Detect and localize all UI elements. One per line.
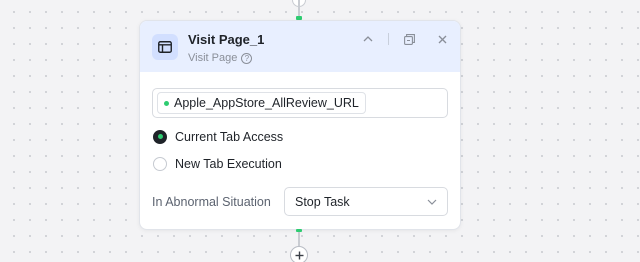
abnormal-situation-label: In Abnormal Situation: [152, 194, 271, 209]
node-header[interactable]: Visit Page_1 Visit Page ?: [140, 21, 460, 72]
visit-page-node-card[interactable]: Visit Page_1 Visit Page ? Apple_AppStore…: [139, 20, 461, 230]
chevron-down-icon: [427, 199, 437, 205]
chevron-up-icon: [363, 36, 373, 42]
connector-line-bottom: [298, 230, 300, 246]
radio-current-tab[interactable]: [153, 129, 167, 144]
add-step-button[interactable]: [290, 246, 308, 262]
header-divider: [388, 33, 389, 45]
url-input[interactable]: Apple_AppStore_AllReview_URL: [152, 88, 448, 118]
delete-node-button[interactable]: [434, 31, 450, 47]
option-current-tab[interactable]: Current Tab Access: [152, 128, 448, 145]
copy-icon: [403, 33, 415, 45]
node-title[interactable]: Visit Page_1: [188, 32, 264, 48]
node-subtitle: Visit Page: [188, 52, 238, 64]
radio-label-new-tab: New Tab Execution: [175, 156, 282, 171]
plus-icon: [295, 251, 303, 259]
help-icon[interactable]: ?: [241, 52, 253, 64]
abnormal-action-select[interactable]: Stop Task: [284, 187, 448, 216]
close-icon: [438, 35, 446, 43]
abnormal-action-value: Stop Task: [295, 194, 350, 209]
option-new-tab[interactable]: New Tab Execution: [152, 155, 448, 172]
radio-new-tab[interactable]: [153, 156, 167, 171]
browser-window-icon: [152, 34, 178, 60]
url-variable-name: Apple_AppStore_AllReview_URL: [174, 96, 359, 110]
variable-status-dot: [164, 100, 169, 106]
url-variable-chip[interactable]: Apple_AppStore_AllReview_URL: [157, 92, 366, 114]
copy-node-button[interactable]: [401, 31, 417, 47]
collapse-button[interactable]: [360, 31, 376, 47]
radio-label-current-tab: Current Tab Access: [175, 129, 284, 144]
output-port: [296, 229, 302, 232]
